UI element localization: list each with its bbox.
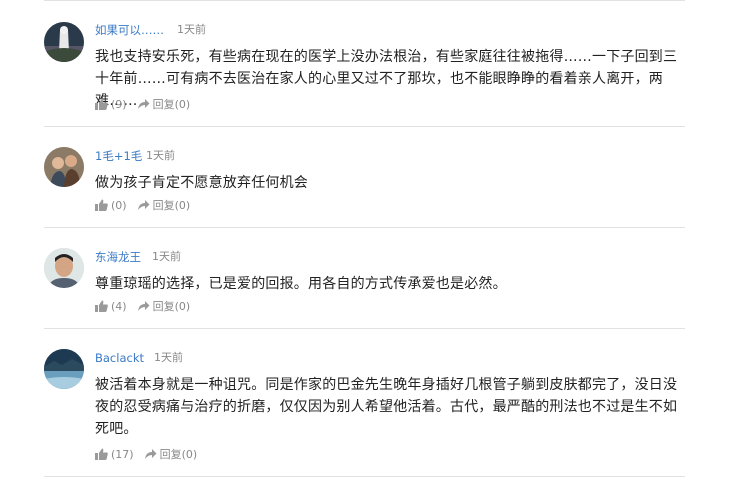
timestamp: 1天前 bbox=[152, 250, 181, 263]
thumbs-up-icon bbox=[95, 98, 108, 110]
reply-arrow-icon bbox=[144, 449, 157, 459]
like-button[interactable]: (9) bbox=[95, 98, 127, 111]
like-button[interactable]: (4) bbox=[95, 300, 127, 313]
avatar[interactable] bbox=[44, 22, 84, 62]
like-count: (0) bbox=[111, 198, 127, 212]
comment-actions: (9) 回复 (0) bbox=[95, 97, 190, 111]
reply-button[interactable]: 回复 (0) bbox=[144, 446, 198, 462]
reply-button[interactable]: 回复 (0) bbox=[137, 298, 191, 314]
reply-arrow-icon bbox=[137, 301, 150, 311]
timestamp: 1天前 bbox=[177, 23, 206, 36]
comment-text: 做为孩子肯定不愿意放弃任何机会 bbox=[95, 175, 308, 191]
top-divider bbox=[44, 0, 685, 1]
thumbs-up-icon bbox=[95, 300, 108, 312]
avatar[interactable] bbox=[44, 349, 84, 389]
comment-divider bbox=[44, 328, 685, 329]
comment-actions: (0) 回复 (0) bbox=[95, 198, 190, 212]
comment-divider bbox=[44, 227, 685, 228]
comment-actions: (17) 回复 (0) bbox=[95, 447, 197, 461]
avatar[interactable] bbox=[44, 147, 84, 187]
username[interactable]: 东海龙王 bbox=[95, 250, 141, 264]
thumbs-up-icon bbox=[95, 199, 108, 211]
username[interactable]: Baclackt bbox=[95, 351, 144, 365]
username[interactable]: 1毛+1毛 bbox=[95, 149, 142, 163]
reply-arrow-icon bbox=[137, 200, 150, 210]
like-button[interactable]: (17) bbox=[95, 448, 134, 461]
comment-text: 被活着本身就是一种诅咒。同是作家的巴金先生晚年身插好几根管子躺到皮肤都完了，没日… bbox=[95, 377, 678, 437]
username[interactable]: 如果可以…… bbox=[95, 23, 164, 37]
comment-divider bbox=[44, 126, 685, 127]
reply-label: 回复 bbox=[152, 199, 175, 212]
like-button[interactable]: (0) bbox=[95, 199, 127, 212]
reply-count: (0) bbox=[174, 198, 191, 212]
reply-count: (0) bbox=[174, 299, 191, 313]
comment-divider bbox=[44, 476, 685, 477]
reply-button[interactable]: 回复 (0) bbox=[137, 197, 191, 213]
timestamp: 1天前 bbox=[154, 351, 183, 364]
reply-count: (0) bbox=[174, 97, 191, 111]
timestamp: 1天前 bbox=[146, 149, 175, 162]
thumbs-up-icon bbox=[95, 448, 108, 460]
avatar[interactable] bbox=[44, 248, 84, 288]
comment-actions: (4) 回复 (0) bbox=[95, 299, 190, 313]
reply-label: 回复 bbox=[152, 300, 175, 313]
reply-count: (0) bbox=[181, 447, 198, 461]
reply-label: 回复 bbox=[152, 98, 175, 111]
like-count: (4) bbox=[111, 299, 127, 313]
reply-label: 回复 bbox=[159, 448, 182, 461]
like-count: (17) bbox=[111, 447, 134, 461]
reply-button[interactable]: 回复 (0) bbox=[137, 96, 191, 112]
like-count: (9) bbox=[111, 97, 127, 111]
reply-arrow-icon bbox=[137, 99, 150, 109]
comment-text: 尊重琼瑶的选择，已是爱的回报。用各自的方式传承爱也是必然。 bbox=[95, 276, 507, 292]
